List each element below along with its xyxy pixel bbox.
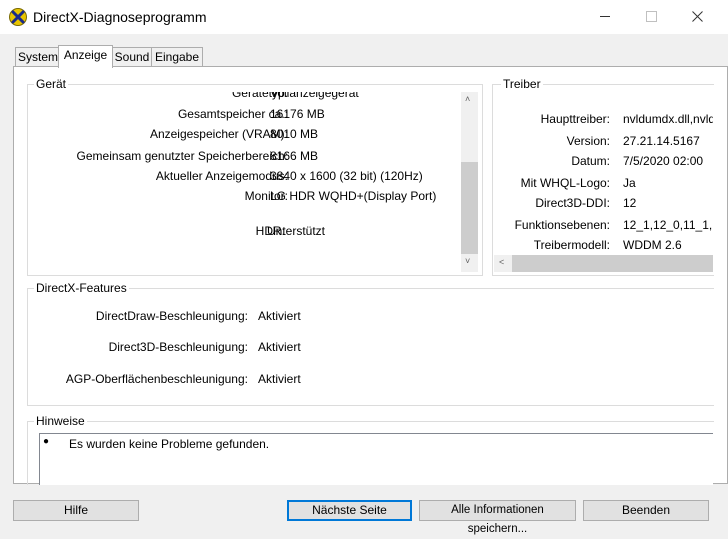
scroll-left-icon[interactable]: ˂: [499, 257, 504, 267]
window-title: DirectX-Diagnoseprogramm: [33, 9, 207, 25]
notes-item: Es wurden keine Probleme gefunden.: [69, 437, 270, 451]
feature-label-directdraw: DirectDraw-Beschleunigung:: [95, 309, 248, 323]
driver-value-d3d-ddi: 12: [623, 196, 637, 210]
maximize-icon: [645, 10, 657, 22]
help-button[interactable]: Hilfe: [13, 500, 139, 521]
notes-list[interactable]: ● Es wurden keine Probleme gefunden.: [39, 433, 713, 485]
device-label-display-mode: Aktueller Anzeigemodus:: [155, 169, 288, 183]
tab-eingabe[interactable]: Eingabe: [151, 47, 203, 67]
feature-value-direct3d: Aktiviert: [258, 340, 301, 354]
next-page-button[interactable]: Nächste Seite: [287, 500, 412, 521]
driver-value-main: nvldumdx.dll,nvldumdx.dll,nvldumdx.dll,n…: [623, 112, 713, 126]
tab-system[interactable]: System: [15, 47, 61, 67]
driver-label-d3d-ddi: Direct3D-DDI:: [535, 196, 610, 210]
driver-scroll-area: Haupttreiber: nvldumdx.dll,nvldumdx.dll,…: [494, 108, 713, 254]
device-value-display-mode: 3840 x 1600 (32 bit) (120Hz): [270, 169, 423, 183]
driver-label-feature-levels: Funktionsebenen:: [514, 218, 610, 232]
scroll-up-icon[interactable]: ˄: [465, 94, 470, 104]
device-scroll-thumb[interactable]: [461, 162, 478, 254]
driver-value-date: 7/5/2020 02:00: [623, 154, 704, 168]
close-icon: [691, 10, 703, 22]
driver-horizontal-scrollbar[interactable]: ˂: [494, 255, 713, 272]
bullet-icon: ●: [43, 436, 50, 447]
device-value-total-memory: 16176 MB: [270, 107, 325, 121]
device-value-type: Vollanzeigegerät: [270, 92, 359, 100]
device-label-shared-memory: Gemeinsam genutzter Speicherbereich:: [76, 149, 288, 163]
exit-button[interactable]: Beenden: [583, 500, 709, 521]
driver-scroll-thumb[interactable]: [512, 255, 713, 272]
feature-label-direct3d: Direct3D-Beschleunigung:: [108, 340, 248, 354]
device-vertical-scrollbar[interactable]: ˄ ˅: [461, 92, 478, 272]
device-value-vram: 8010 MB: [270, 127, 319, 141]
tab-anzeige[interactable]: Anzeige: [58, 45, 113, 68]
feature-value-directdraw: Aktiviert: [258, 309, 301, 323]
driver-label-date: Datum:: [571, 154, 610, 168]
scroll-down-icon[interactable]: ˅: [465, 256, 470, 266]
feature-label-agp: AGP-Oberflächenbeschleunigung:: [65, 372, 248, 386]
notes-group-title: Hinweise: [34, 414, 87, 428]
minimize-button[interactable]: [582, 0, 628, 32]
driver-label-whql: Mit WHQL-Logo:: [520, 176, 610, 190]
device-value-shared-memory: 8166 MB: [270, 149, 319, 163]
close-button[interactable]: [674, 0, 720, 32]
tab-sound[interactable]: Sound: [110, 47, 154, 67]
maximize-button: [628, 0, 674, 32]
driver-value-feature-levels: 12_1,12_0,11_1,11_0: [623, 218, 713, 232]
features-group-title: DirectX-Features: [34, 281, 129, 295]
device-value-hdr: Unterstützt: [267, 224, 326, 238]
minimize-icon: [600, 15, 610, 17]
title-bar: DirectX-Diagnoseprogramm: [0, 0, 728, 34]
device-label-vram: Anzeigespeicher (VRAM):: [149, 127, 288, 141]
driver-group-title: Treiber: [501, 77, 543, 91]
driver-value-whql: Ja: [623, 176, 636, 190]
save-all-info-button[interactable]: Alle Informationen speichern...: [419, 500, 576, 535]
driver-label-model: Treibermodell:: [533, 238, 610, 252]
feature-value-agp: Aktiviert: [258, 372, 301, 386]
directx-icon: [9, 8, 27, 26]
driver-label-main: Haupttreiber:: [540, 112, 610, 126]
driver-value-model: WDDM 2.6: [623, 238, 682, 252]
device-value-monitor: LG HDR WQHD+(Display Port): [270, 189, 437, 203]
driver-value-version: 27.21.14.5167: [623, 134, 700, 148]
device-group-title: Gerät: [34, 77, 69, 91]
device-scroll-area: Gerätetyp: Vollanzeigegerät Gesamtspeich…: [30, 92, 460, 272]
driver-label-version: Version:: [566, 134, 610, 148]
